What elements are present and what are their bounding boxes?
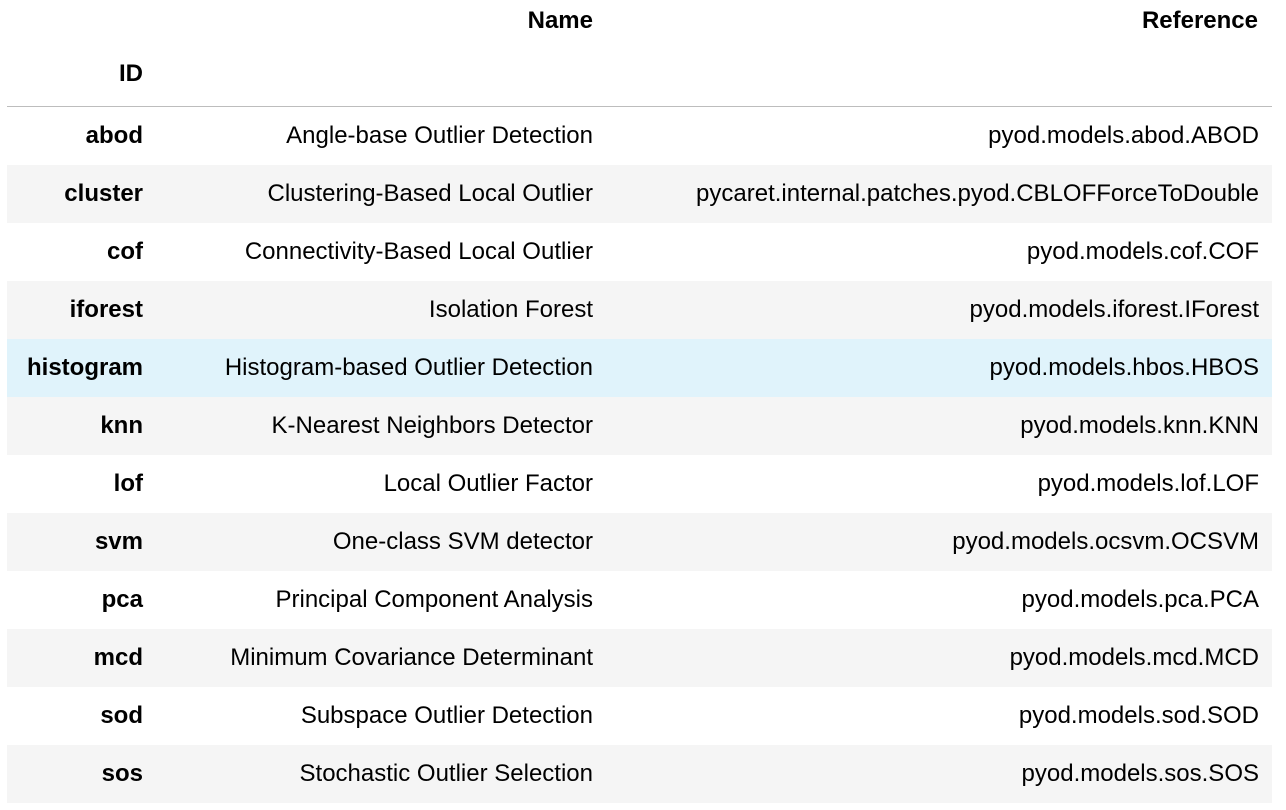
cell-name: Minimum Covariance Determinant [230, 643, 593, 671]
column-header-name: Name [527, 7, 593, 34]
cell-reference: pyod.models.iforest.IForest [969, 295, 1259, 323]
cell-reference: pyod.models.knn.KNN [1020, 411, 1259, 439]
cell-reference: pyod.models.ocsvm.OCSVM [952, 527, 1259, 555]
table-row: cluster Clustering-Based Local Outlier pyc… [7, 164, 1272, 223]
table-row: abod Angle-base Outlier Detection pyod.mod… [7, 106, 1272, 165]
cell-name: Stochastic Outlier Selection [299, 759, 593, 787]
cell-reference: pyod.models.sos.SOS [1021, 759, 1259, 787]
row-index-id: pca [101, 585, 143, 613]
row-index-id: svm [94, 527, 143, 555]
table-row: pca Principal Component Analysis pyod.mode… [7, 570, 1272, 629]
header-blank-cell [7, 0, 157, 42]
table-row: sos Stochastic Outlier Selection pyod.mode… [7, 744, 1272, 803]
row-index-id: lof [113, 469, 143, 497]
row-index-id: cof [107, 237, 143, 265]
table-row: lof Local Outlier Factor pyod.models.lof.L… [7, 454, 1272, 513]
table-body: abod Angle-base Outlier Detection pyod.mod… [7, 106, 1272, 803]
row-index-id: iforest [69, 295, 143, 323]
cell-reference: pyod.models.cof.COF [1026, 237, 1259, 265]
models-dataframe-table: Name Reference ID abod Angle-base Outlier… [7, 0, 1272, 803]
cell-reference: pyod.models.sod.SOD [1018, 701, 1259, 729]
cell-name: Connectivity-Based Local Outlier [244, 237, 593, 265]
table-row: sod Subspace Outlier Detection pyod.models… [7, 686, 1272, 745]
cell-reference: pyod.models.pca.PCA [1021, 585, 1259, 613]
cell-name: One-class SVM detector [332, 527, 593, 555]
index-header-blank-reference [607, 42, 1272, 107]
row-index-id: mcd [93, 643, 143, 671]
table-row: mcd Minimum Covariance Determinant pyod.mo… [7, 628, 1272, 687]
table-row: svm One-class SVM detector pyod.models.ocs… [7, 512, 1272, 571]
table-row: iforest Isolation Forest pyod.models.ifore… [7, 280, 1272, 339]
cell-name: K-Nearest Neighbors Detector [271, 411, 593, 439]
index-header-blank-name [157, 42, 607, 107]
index-header-id: ID [7, 42, 157, 107]
row-index-id: sod [100, 701, 143, 729]
row-index-id: cluster [64, 179, 143, 207]
row-index-id: abod [85, 121, 143, 149]
index-header-row: ID [7, 42, 1272, 107]
cell-name: Subspace Outlier Detection [300, 701, 593, 729]
cell-name: Local Outlier Factor [383, 469, 593, 497]
cell-reference: pyod.models.abod.ABOD [988, 121, 1259, 149]
cell-reference: pycaret.internal.patches.pyod.CBLOFForce… [696, 179, 1259, 207]
row-index-id: histogram [26, 353, 143, 381]
cell-reference: pyod.models.hbos.HBOS [989, 353, 1259, 381]
cell-name: Isolation Forest [428, 295, 593, 323]
column-header-reference: Reference [1141, 7, 1258, 34]
column-header-row: Name Reference [7, 0, 1272, 42]
table-header: Name Reference ID [7, 0, 1272, 107]
table-row: cof Connectivity-Based Local Outlier pyod.… [7, 222, 1272, 281]
cell-name: Histogram-based Outlier Detection [224, 353, 593, 381]
cell-reference: pyod.models.lof.LOF [1037, 469, 1259, 497]
row-index-id: sos [101, 759, 143, 787]
table-row: knn K-Nearest Neighbors Detector pyod.mode… [7, 396, 1272, 455]
cell-reference: pyod.models.mcd.MCD [1009, 643, 1259, 671]
cell-name: Principal Component Analysis [275, 585, 594, 613]
table-row: histogram Histogram-based Outlier Detecti… [7, 338, 1272, 397]
cell-name: Angle-base Outlier Detection [286, 121, 593, 149]
row-index-id: knn [100, 411, 143, 439]
cell-name: Clustering-Based Local Outlier [267, 179, 594, 207]
